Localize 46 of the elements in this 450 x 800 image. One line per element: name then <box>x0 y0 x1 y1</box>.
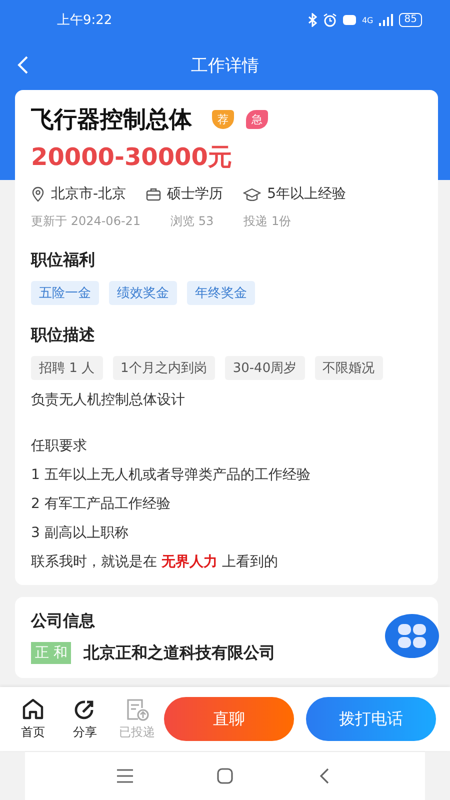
salary: 20000-30000元 <box>31 142 233 173</box>
signal-icon <box>379 14 394 26</box>
description-text: 任职要求 <box>31 438 88 455</box>
section-title: 公司信息 <box>31 611 96 632</box>
battery-indicator: 85 <box>399 13 422 27</box>
description-text: 3 副高以上职称 <box>31 525 130 542</box>
recommended-badge: 荐 <box>212 110 234 129</box>
alarm-icon <box>322 13 337 27</box>
description-text: 负责无人机控制总体设计 <box>31 392 186 409</box>
briefcase-icon <box>146 187 162 201</box>
status-time: 上午9:22 <box>57 12 112 29</box>
page-title: 工作详情 <box>191 54 259 76</box>
section-title: 职位描述 <box>31 325 96 346</box>
bluetooth-icon <box>308 13 317 27</box>
job-detail: 北京市-北京 <box>51 185 126 203</box>
meta-text: 更新于 2024-06-21 <box>31 213 141 230</box>
meta-text: 投递 1份 <box>244 213 292 230</box>
tag: 五险一金 <box>31 281 99 305</box>
home-button-icon[interactable] <box>215 767 235 785</box>
toolbar-button[interactable]: 首页 <box>12 698 54 740</box>
toolbar-button[interactable]: 分享 <box>64 698 106 740</box>
job-detail: 5年以上经验 <box>267 185 346 203</box>
home-icon <box>21 698 45 722</box>
tag: 30-40周岁 <box>224 356 305 380</box>
tag: 招聘 1 人 <box>31 356 103 380</box>
network-label: 4G <box>362 16 374 24</box>
document-icon <box>125 698 149 722</box>
back-icon[interactable] <box>17 56 29 74</box>
menu-icon[interactable] <box>115 767 135 785</box>
company-logo: 正 和 <box>31 642 72 664</box>
urgent-badge: 急 <box>246 110 268 129</box>
description-text: 1 五年以上无人机或者导弹类产品的工作经验 <box>31 467 312 484</box>
meta-text: 浏览 53 <box>170 213 214 230</box>
company-name[interactable]: 北京正和之道科技有限公司 <box>83 642 276 664</box>
job-title: 飞行器控制总体 <box>31 106 192 135</box>
graduation-cap-icon <box>243 187 262 201</box>
grid-icon <box>398 624 426 648</box>
tag: 绩效奖金 <box>109 281 177 305</box>
description-text: 联系我时，就说是在 无界人力 上看到的 <box>31 554 279 571</box>
location-icon <box>31 186 45 202</box>
section-title: 职位福利 <box>31 250 96 271</box>
tag: 1个月之内到岗 <box>112 356 215 380</box>
description-text: 2 有军工产品工作经验 <box>31 496 172 513</box>
tag: 不限婚况 <box>314 356 383 380</box>
job-detail: 硕士学历 <box>167 185 224 203</box>
tag: 年终奖金 <box>187 281 255 305</box>
